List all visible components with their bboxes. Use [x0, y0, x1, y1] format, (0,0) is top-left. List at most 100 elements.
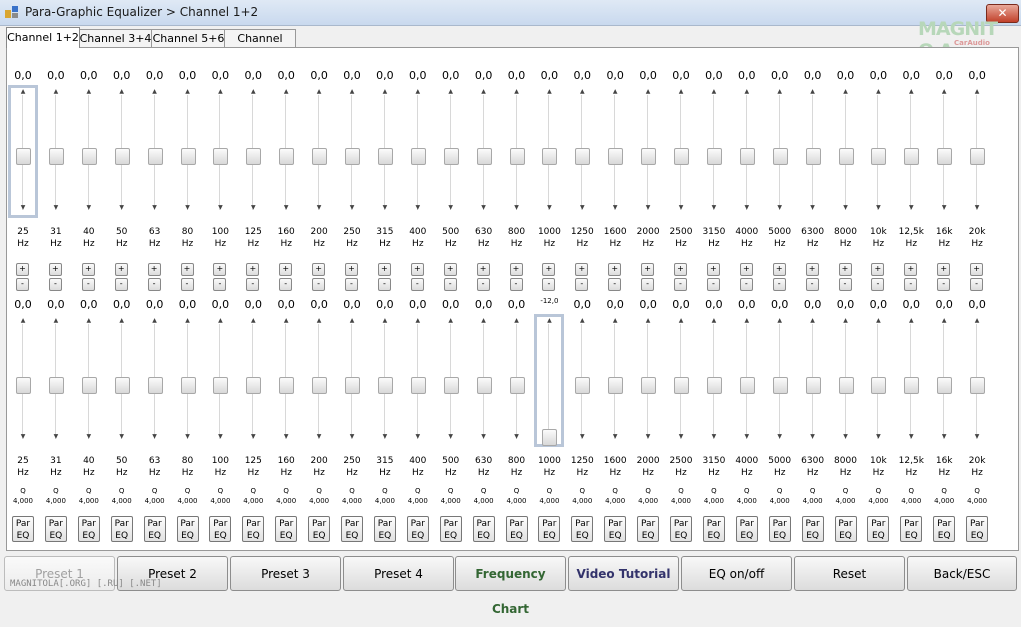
par-eq-button[interactable]: Par EQ	[373, 516, 396, 542]
par-eq-button[interactable]: Par EQ	[801, 516, 824, 542]
par-eq-button[interactable]: Par EQ	[176, 516, 199, 542]
par-eq-button[interactable]: Par EQ	[505, 516, 528, 542]
band-q-gain-slider[interactable]: ▲▼	[74, 314, 104, 447]
par-eq-button[interactable]: Par EQ	[77, 516, 100, 542]
band-q-gain-slider[interactable]: ▲▼	[962, 314, 992, 447]
band-q-gain-slider[interactable]: ▲▼	[140, 314, 170, 447]
slider-thumb[interactable]	[443, 376, 459, 394]
band-q-gain-slider[interactable]: ▲▼	[633, 314, 663, 447]
par-eq-button[interactable]: Par EQ	[143, 516, 166, 542]
band-q-gain-slider[interactable]: ▲▼	[238, 314, 268, 447]
slider-thumb[interactable]	[970, 376, 986, 394]
slider-thumb[interactable]	[509, 376, 525, 394]
band-q-gain-slider[interactable]: ▲▼	[41, 314, 71, 447]
preset-4-button[interactable]: Preset 4	[343, 556, 454, 591]
video-tutorial-button[interactable]: Video Tutorial	[568, 556, 679, 591]
par-eq-button[interactable]: Par EQ	[406, 516, 429, 542]
slider-thumb[interactable]	[904, 376, 920, 394]
par-eq-button[interactable]: Par EQ	[472, 516, 495, 542]
par-eq-button[interactable]: Par EQ	[637, 516, 660, 542]
par-eq-button[interactable]: Par EQ	[702, 516, 725, 542]
par-eq-button[interactable]: Par EQ	[12, 516, 34, 542]
band-q-gain-slider[interactable]: ▲▼	[896, 314, 926, 447]
band-q-gain-slider[interactable]: ▲▼	[666, 314, 696, 447]
slider-thumb[interactable]	[345, 376, 360, 394]
par-eq-button[interactable]: Par EQ	[735, 516, 758, 542]
slider-thumb[interactable]	[213, 376, 229, 394]
par-eq-button[interactable]: Par EQ	[439, 516, 462, 542]
par-eq-button[interactable]: Par EQ	[604, 516, 627, 542]
band-q-gain-slider[interactable]: ▲▼	[436, 314, 466, 447]
par-eq-button[interactable]: Par EQ	[933, 516, 956, 542]
reset-button[interactable]: Reset	[794, 556, 905, 591]
tab-channel-1-2[interactable]: Channel 1+2	[6, 27, 80, 48]
par-eq-label-line2: EQ	[575, 531, 589, 541]
par-eq-button[interactable]: Par EQ	[571, 516, 594, 542]
band-q-gain-slider[interactable]: ▲▼	[337, 314, 367, 447]
slider-thumb[interactable]	[937, 376, 953, 394]
par-eq-button[interactable]: Par EQ	[308, 516, 331, 542]
frequency-chart-button[interactable]: Frequency Chart	[455, 556, 566, 616]
band-q-gain-slider[interactable]: ▲▼	[567, 314, 597, 447]
slider-thumb[interactable]	[312, 376, 328, 394]
par-eq-button[interactable]: Par EQ	[341, 516, 363, 542]
slider-thumb[interactable]	[246, 376, 262, 394]
band-q-gain-slider[interactable]: ▲▼	[8, 314, 38, 447]
slider-thumb[interactable]	[575, 376, 591, 394]
slider-thumb[interactable]	[114, 376, 130, 394]
par-eq-button[interactable]: Par EQ	[768, 516, 791, 542]
slider-thumb[interactable]	[147, 376, 163, 394]
band-q-gain-slider[interactable]: ▲▼	[765, 314, 795, 447]
par-eq-button[interactable]: Par EQ	[275, 516, 298, 542]
preset-3-button[interactable]: Preset 3	[230, 556, 341, 591]
slider-thumb[interactable]	[706, 376, 722, 394]
band-q-gain-slider[interactable]: ▲▼	[370, 314, 400, 447]
par-eq-button[interactable]: Par EQ	[670, 516, 692, 542]
eq-on-off-button[interactable]: EQ on/off	[681, 556, 792, 591]
slider-thumb[interactable]	[377, 376, 393, 394]
band-q-gain-slider[interactable]: ▲▼	[534, 314, 565, 447]
slider-thumb[interactable]	[772, 376, 788, 394]
slider-thumb[interactable]	[641, 376, 657, 394]
slider-thumb[interactable]	[16, 376, 31, 394]
slider-thumb[interactable]	[279, 376, 295, 394]
slider-thumb[interactable]	[871, 376, 887, 394]
band-q-gain-slider[interactable]: ▲▼	[107, 314, 137, 447]
band-q-gain-slider[interactable]: ▲▼	[699, 314, 729, 447]
slider-thumb[interactable]	[608, 376, 624, 394]
par-eq-button[interactable]: Par EQ	[209, 516, 232, 542]
par-eq-button[interactable]: Par EQ	[867, 516, 890, 542]
slider-thumb[interactable]	[542, 429, 558, 446]
slider-thumb[interactable]	[805, 376, 821, 394]
back-esc-button[interactable]: Back/ESC	[907, 556, 1017, 591]
band-q-gain-slider[interactable]: ▲▼	[403, 314, 433, 447]
par-eq-button[interactable]: Par EQ	[44, 516, 67, 542]
band-q-gain-slider[interactable]: ▲▼	[732, 314, 762, 447]
par-eq-button[interactable]: Par EQ	[538, 516, 561, 542]
slider-thumb[interactable]	[81, 376, 97, 394]
slider-thumb[interactable]	[838, 376, 854, 394]
slider-thumb[interactable]	[48, 376, 64, 394]
slider-thumb[interactable]	[476, 376, 492, 394]
band-q-gain-slider[interactable]: ▲▼	[271, 314, 301, 447]
band-q-gain-slider[interactable]: ▲▼	[929, 314, 959, 447]
slider-thumb[interactable]	[739, 376, 755, 394]
par-eq-button[interactable]: Par EQ	[966, 516, 989, 542]
band-q-gain-slider[interactable]: ▲▼	[205, 314, 235, 447]
slider-thumb[interactable]	[410, 376, 426, 394]
par-eq-button[interactable]: Par EQ	[110, 516, 133, 542]
par-eq-button[interactable]: Par EQ	[900, 516, 923, 542]
par-eq-button[interactable]: Par EQ	[834, 516, 857, 542]
slider-thumb[interactable]	[674, 376, 689, 394]
band-q-gain-slider[interactable]: ▲▼	[173, 314, 203, 447]
par-eq-button[interactable]: Par EQ	[242, 516, 265, 542]
band-q-gain-slider[interactable]: ▲▼	[502, 314, 532, 447]
band-q-gain-slider[interactable]: ▲▼	[304, 314, 334, 447]
slider-min-tick-icon: ▼	[119, 433, 124, 440]
band-q-gain-slider[interactable]: ▲▼	[600, 314, 630, 447]
band-q-gain-slider[interactable]: ▲▼	[831, 314, 861, 447]
band-q-gain-slider[interactable]: ▲▼	[863, 314, 893, 447]
band-q-gain-slider[interactable]: ▲▼	[798, 314, 828, 447]
band-q-gain-slider[interactable]: ▲▼	[469, 314, 499, 447]
slider-thumb[interactable]	[180, 376, 196, 394]
